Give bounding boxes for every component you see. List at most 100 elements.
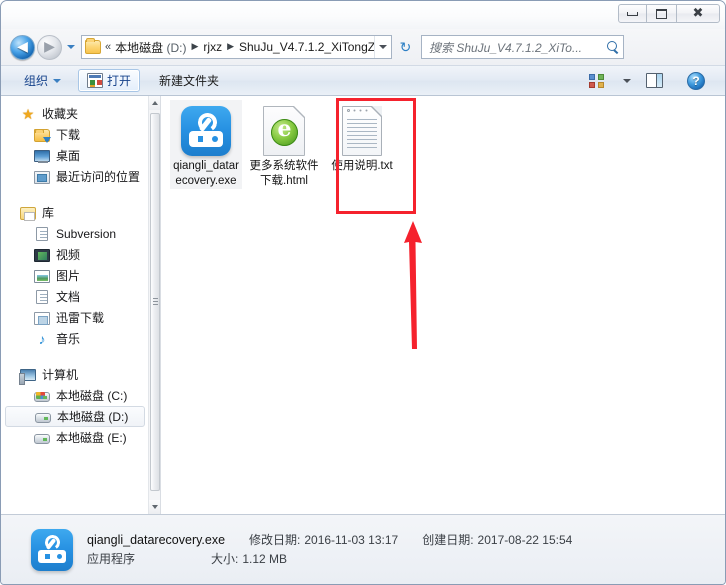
minimize-button[interactable] [618,4,647,23]
sidebar-label: 图片 [56,269,81,283]
organize-button[interactable]: 组织 [15,69,70,92]
sidebar-item-music[interactable]: ♪ 音乐 [1,328,149,349]
sidebar-item-drive-e[interactable]: 本地磁盘 (E:) [1,427,149,448]
history-dropdown-button[interactable] [63,36,78,58]
documents-library-icon [34,289,50,305]
sidebar-item-favorites[interactable]: ★ 收藏夹 [1,103,149,124]
nav-group-libraries: 库 Subversion 视频 图片 文档 迅雷下载 ♪ 音乐 [1,202,149,349]
details-created-label: 创建日期: [422,532,474,547]
command-toolbar: 组织 打开 新建文件夹 ? [1,65,725,96]
refresh-icon: ↻ [399,38,412,55]
sidebar-label: 本地磁盘 (C:) [56,389,128,403]
file-item-html[interactable]: 更多系统软件下载.html [248,100,320,189]
scroll-up-button[interactable] [149,96,160,110]
back-button[interactable]: ◀ [10,34,35,60]
refresh-button[interactable]: ↻ [394,36,417,58]
desktop-icon [34,148,50,164]
window-controls: ✖ [618,4,720,23]
sidebar-label: 最近访问的位置 [56,170,141,184]
sidebar-item-videos[interactable]: 视频 [1,244,149,265]
scroll-down-button[interactable] [149,500,160,514]
file-grid: qiangli_datarecovery.exe 更多系统软件下载.html 使… [170,100,404,189]
scrollbar-thumb[interactable] [150,113,160,491]
document-library-icon [34,226,50,242]
navigation-list: ★ 收藏夹 下载 桌面 最近访问的位置 库 Subversion 视频 图片 文… [1,96,149,448]
file-list-pane[interactable]: qiangli_datarecovery.exe 更多系统软件下载.html 使… [161,96,725,514]
nav-group-favorites: ★ 收藏夹 下载 桌面 最近访问的位置 [1,103,149,187]
help-button[interactable]: ? [678,69,714,92]
chevron-down-icon [379,45,387,49]
address-dropdown-button[interactable] [374,36,391,58]
breadcrumb-item-drive[interactable]: 本地磁盘 (D:) [115,39,186,56]
sidebar-label: 视频 [56,248,81,262]
open-button[interactable]: 打开 [78,69,141,92]
change-view-dropdown[interactable] [617,69,637,92]
sidebar-item-desktop[interactable]: 桌面 [1,145,149,166]
breadcrumb-item-folder[interactable]: ShuJu_V4.7.1.2_XiTongZhiJia [239,40,374,54]
sidebar-item-recent-places[interactable]: 最近访问的位置 [1,166,149,187]
forward-arrow-icon: ▶ [44,39,55,55]
sidebar-label: 收藏夹 [42,107,79,121]
close-icon: ✖ [692,6,704,21]
maximize-button[interactable] [647,4,676,23]
sidebar-label: 计算机 [42,368,79,382]
navigation-pane-scrollbar[interactable] [148,96,160,514]
chevron-down-icon [623,78,631,83]
new-folder-label: 新建文件夹 [159,74,220,88]
breadcrumb[interactable]: « 本地磁盘 (D:) ▶ rjxz ▶ ShuJu_V4.7.1.2_XiTo… [82,36,374,58]
help-icon: ? [687,71,705,90]
sidebar-item-computer[interactable]: 计算机 [1,364,149,385]
nav-gap [1,189,149,202]
computer-icon [19,367,36,385]
thunder-download-icon [34,310,50,326]
maximize-icon [656,8,667,19]
breadcrumb-overflow-chevron[interactable]: « [105,41,111,53]
file-item-exe[interactable]: qiangli_datarecovery.exe [170,100,242,189]
forward-button[interactable]: ▶ [37,34,62,60]
sidebar-label: 本地磁盘 (E:) [56,431,127,445]
details-modified-value: 2016-11-03 13:17 [304,532,399,547]
breadcrumb-separator: ▶ [191,42,199,52]
breadcrumb-item-rjxz[interactable]: rjxz [203,40,222,54]
sidebar-item-drive-c[interactable]: 本地磁盘 (C:) [1,385,149,406]
star-icon: ★ [21,105,35,122]
details-row-1: qiangli_datarecovery.exe 修改日期: 2016-11-0… [87,531,572,550]
preview-pane-button[interactable] [637,69,672,92]
sidebar-item-pictures[interactable]: 图片 [1,265,149,286]
download-folder-icon [34,127,51,143]
file-name: 使用说明.txt [331,160,393,172]
sidebar-item-subversion[interactable]: Subversion [1,223,149,244]
nav-gap [1,351,149,364]
sidebar-item-drive-d[interactable]: 本地磁盘 (D:) [5,406,145,427]
sidebar-label: 库 [42,206,55,220]
file-name: 更多系统软件下载.html [249,160,319,187]
navigation-pane[interactable]: ★ 收藏夹 下载 桌面 最近访问的位置 库 Subversion 视频 图片 文… [1,96,161,514]
breadcrumb-drive-letter-value: (D:) [166,40,187,55]
sidebar-item-downloads[interactable]: 下载 [1,124,149,145]
details-info: qiangli_datarecovery.exe 修改日期: 2016-11-0… [87,531,572,569]
change-view-button[interactable] [580,69,615,92]
recent-places-icon [34,169,50,185]
search-placeholder: 搜索 ShuJu_V4.7.1.2_XiTo... [429,40,582,55]
details-row-2: 应用程序 大小: 1.12 MB [87,550,572,569]
sidebar-label: 文档 [56,290,81,304]
sidebar-label: Subversion [56,226,117,241]
new-folder-button[interactable]: 新建文件夹 [150,69,228,92]
search-box[interactable]: 搜索 ShuJu_V4.7.1.2_XiTo... [421,35,624,59]
library-icon [20,205,36,221]
pictures-library-icon [34,268,50,284]
address-bar[interactable]: « 本地磁盘 (D:) ▶ rjxz ▶ ShuJu_V4.7.1.2_XiTo… [81,35,392,59]
back-arrow-icon: ◀ [17,39,28,55]
open-label: 打开 [107,74,132,88]
close-button[interactable]: ✖ [676,4,720,23]
exe-application-icon [31,528,73,571]
details-modified-label: 修改日期: [249,532,301,547]
sidebar-label: 本地磁盘 (D:) [57,410,129,424]
text-file-icon [342,106,382,156]
sidebar-item-libraries[interactable]: 库 [1,202,149,223]
exe-application-icon [181,106,231,156]
system-drive-icon [34,388,50,404]
file-item-txt[interactable]: 使用说明.txt [326,100,398,174]
sidebar-item-documents[interactable]: 文档 [1,286,149,307]
sidebar-item-thunder-download[interactable]: 迅雷下载 [1,307,149,328]
